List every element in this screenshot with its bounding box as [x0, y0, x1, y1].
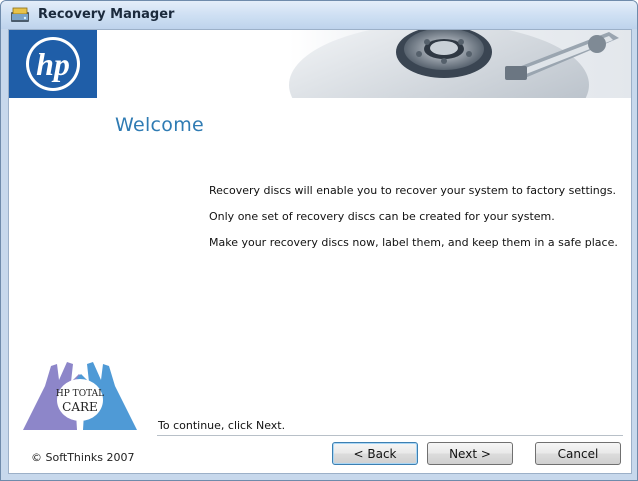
copyright-text: © SoftThinks 2007 — [31, 451, 135, 464]
title-bar[interactable]: Recovery Manager — [1, 1, 637, 29]
info-text-1: Recovery discs will enable you to recove… — [209, 184, 616, 197]
recovery-manager-window: Recovery Manager hp Welcome Recovery dis… — [0, 0, 638, 481]
page-heading: Welcome — [115, 114, 205, 136]
back-button[interactable]: < Back — [332, 442, 418, 465]
info-text-3: Make your recovery discs now, label them… — [209, 236, 618, 249]
footer-divider — [157, 435, 623, 436]
info-text-2: Only one set of recovery discs can be cr… — [209, 210, 555, 223]
header-banner: hp — [9, 30, 631, 98]
wizard-panel: hp Welcome Recovery discs will enable yo… — [8, 29, 632, 474]
recovery-manager-app-icon — [11, 7, 29, 22]
continue-hint: To continue, click Next. — [158, 419, 286, 432]
hp-logo: hp — [9, 30, 97, 98]
hp-logo-icon: hp — [26, 37, 80, 91]
next-button[interactable]: Next > — [427, 442, 513, 465]
svg-text:hp: hp — [36, 46, 70, 82]
window-title: Recovery Manager — [38, 7, 175, 22]
hard-drive-illustration — [289, 30, 619, 98]
cancel-button[interactable]: Cancel — [535, 442, 621, 465]
svg-text:CARE: CARE — [62, 400, 98, 414]
svg-text:HP TOTAL: HP TOTAL — [56, 389, 104, 399]
hp-total-care-logo: HP TOTAL CARE — [23, 362, 137, 430]
